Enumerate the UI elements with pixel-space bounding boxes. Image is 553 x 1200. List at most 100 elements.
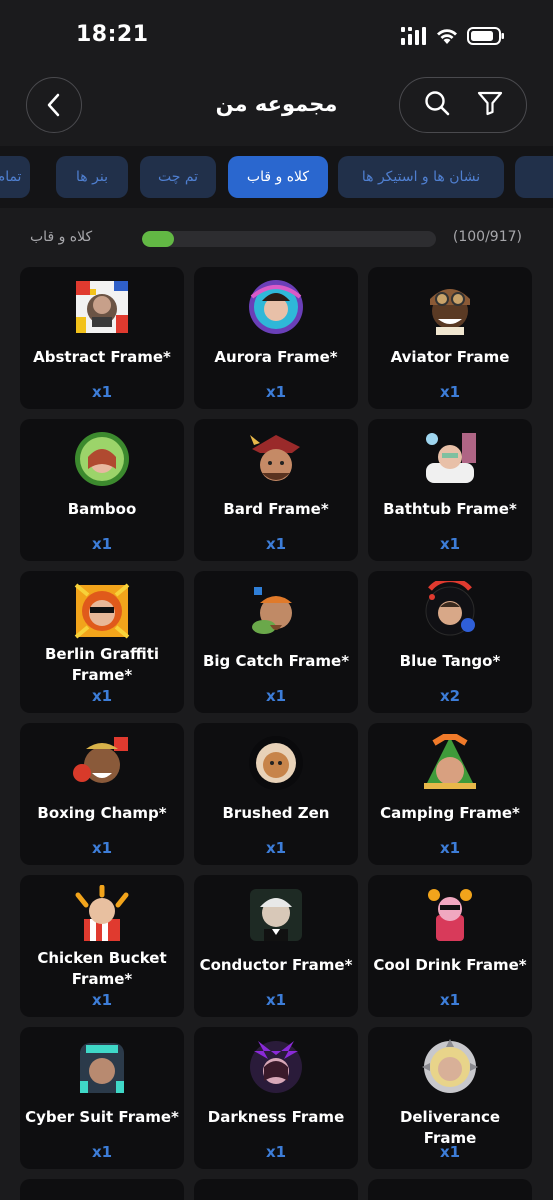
frame-name: Aviator Frame — [390, 348, 510, 366]
filter-button[interactable] — [476, 89, 504, 121]
tab-more[interactable]: ها — [515, 156, 553, 198]
frame-card-aurora[interactable]: Aurora Frame* x1 — [194, 267, 358, 409]
progress-label: کلاه و قاب — [30, 229, 93, 245]
tab-hats-frames[interactable]: کلاه و قاب — [228, 156, 328, 198]
frame-name: Cool Drink Frame* — [373, 956, 527, 974]
frame-quantity: x1 — [91, 535, 113, 553]
status-time: 18:21 — [76, 22, 149, 47]
frame-quantity: x1 — [91, 383, 113, 401]
search-button[interactable] — [423, 89, 451, 121]
header-actions — [399, 77, 527, 133]
frame-name: Chicken Bucket Frame* — [37, 949, 167, 988]
frame-avatar-aurora-icon — [246, 277, 306, 337]
frame-card-aviator[interactable]: Aviator Frame x1 — [368, 267, 532, 409]
frame-card-cyber-suit[interactable]: Cyber Suit Frame* x1 — [20, 1027, 184, 1169]
progress-fill — [142, 231, 175, 247]
tab-banners[interactable]: بنر ها — [56, 156, 128, 198]
frame-avatar-bathtub-icon — [420, 429, 480, 489]
tab-label: تم چت — [157, 169, 199, 185]
frame-avatar-aviator-icon — [420, 277, 480, 337]
frame-quantity: x1 — [439, 535, 461, 553]
progress-bar — [142, 231, 436, 247]
tab-chat-themes[interactable]: تم چت — [140, 156, 216, 198]
frame-name: Brushed Zen — [222, 804, 330, 822]
frame-quantity: x1 — [91, 991, 113, 1009]
category-tabs: تمام بنر ها تم چت کلاه و قاب نشان ها و ا… — [0, 146, 553, 208]
frame-avatar-abstract-icon — [72, 277, 132, 337]
frame-avatar-bard-icon — [246, 429, 306, 489]
frame-name: Aurora Frame* — [214, 348, 338, 366]
frame-quantity: x2 — [439, 687, 461, 705]
frame-quantity: x1 — [265, 1143, 287, 1161]
frame-card-bathtub[interactable]: Bathtub Frame* x1 — [368, 419, 532, 561]
frame-avatar-big-catch-icon — [246, 581, 306, 641]
frame-quantity: x1 — [91, 687, 113, 705]
frame-card-brushed-zen[interactable]: Brushed Zen x1 — [194, 723, 358, 865]
frame-card-darkness[interactable]: Darkness Frame x1 — [194, 1027, 358, 1169]
frame-card-bamboo[interactable]: Bamboo x1 — [20, 419, 184, 561]
battery-icon — [467, 27, 504, 45]
status-bar: 18:21 — [0, 0, 553, 74]
frame-card-camping[interactable]: Camping Frame* x1 — [368, 723, 532, 865]
frame-name: Cyber Suit Frame* — [25, 1108, 179, 1126]
signal-icon — [401, 27, 426, 45]
frame-avatar-chicken-bucket-icon — [72, 885, 132, 945]
frame-avatar-cool-drink-icon — [420, 885, 480, 945]
tab-all[interactable]: تمام — [0, 156, 30, 198]
frame-card-blue-tango[interactable]: Blue Tango* x2 — [368, 571, 532, 713]
frame-avatar-deliverance-icon — [420, 1037, 480, 1097]
frame-name: Big Catch Frame* — [202, 652, 350, 670]
frame-quantity: x1 — [265, 991, 287, 1009]
frame-quantity: x1 — [439, 1143, 461, 1161]
frame-name: Bard Frame* — [223, 500, 329, 518]
frame-card-chicken-bucket[interactable]: Chicken Bucket Frame* x1 — [20, 875, 184, 1017]
frame-avatar-darkness-icon — [246, 1037, 306, 1097]
frame-avatar-cyber-suit-icon — [72, 1037, 132, 1097]
frame-card-boxing-champ[interactable]: Boxing Champ* x1 — [20, 723, 184, 865]
frame-card-big-catch[interactable]: Big Catch Frame* x1 — [194, 571, 358, 713]
tab-label: تمام — [0, 169, 22, 185]
frame-avatar-bamboo-icon — [72, 429, 132, 489]
frame-quantity: x1 — [265, 383, 287, 401]
status-icons — [401, 27, 505, 45]
frame-quantity: x1 — [439, 839, 461, 857]
frame-name: Abstract Frame* — [33, 348, 171, 366]
frame-avatar-blue-tango-icon — [420, 581, 480, 641]
collection-progress: کلاه و قاب (100/917) — [0, 222, 553, 256]
tab-label: کلاه و قاب — [246, 169, 310, 185]
progress-count: (100/917) — [452, 229, 522, 245]
tab-label: بنر ها — [76, 169, 108, 185]
frame-quantity: x1 — [439, 383, 461, 401]
frame-name: Camping Frame* — [380, 804, 520, 822]
frame-card-deliverance[interactable]: Deliverance Frame x1 — [368, 1027, 532, 1169]
tab-badges-stickers[interactable]: نشان ها و استیکر ها — [338, 156, 504, 198]
frame-name: Bamboo — [67, 500, 137, 518]
frame-name: Blue Tango* — [399, 652, 501, 670]
frame-card-partial[interactable] — [368, 1179, 532, 1200]
frame-name: Darkness Frame — [207, 1108, 345, 1126]
frame-quantity: x1 — [265, 535, 287, 553]
frame-quantity: x1 — [265, 839, 287, 857]
frame-card-bard[interactable]: Bard Frame* x1 — [194, 419, 358, 561]
frame-card-conductor[interactable]: Conductor Frame* x1 — [194, 875, 358, 1017]
frame-name: Boxing Champ* — [37, 804, 167, 822]
frame-avatar-berlin-graffiti-icon — [72, 581, 132, 641]
tab-label: نشان ها و استیکر ها — [361, 169, 481, 185]
frame-quantity: x1 — [439, 991, 461, 1009]
frame-card-berlin-graffiti[interactable]: Berlin Graffiti Frame* x1 — [20, 571, 184, 713]
filter-icon — [477, 91, 502, 116]
frame-card-partial[interactable] — [194, 1179, 358, 1200]
frame-name: Bathtub Frame* — [383, 500, 517, 518]
frame-card-partial[interactable] — [20, 1179, 184, 1200]
search-icon — [424, 91, 449, 116]
frame-avatar-brushed-zen-icon — [246, 733, 306, 793]
frame-card-abstract[interactable]: Abstract Frame* x1 — [20, 267, 184, 409]
frame-card-cool-drink[interactable]: Cool Drink Frame* x1 — [368, 875, 532, 1017]
frame-avatar-camping-icon — [420, 733, 480, 793]
wifi-icon — [437, 29, 457, 44]
frame-name: Conductor Frame* — [199, 956, 353, 974]
frame-quantity: x1 — [91, 839, 113, 857]
frame-quantity: x1 — [265, 687, 287, 705]
frame-avatar-boxing-champ-icon — [72, 733, 132, 793]
frame-quantity: x1 — [91, 1143, 113, 1161]
